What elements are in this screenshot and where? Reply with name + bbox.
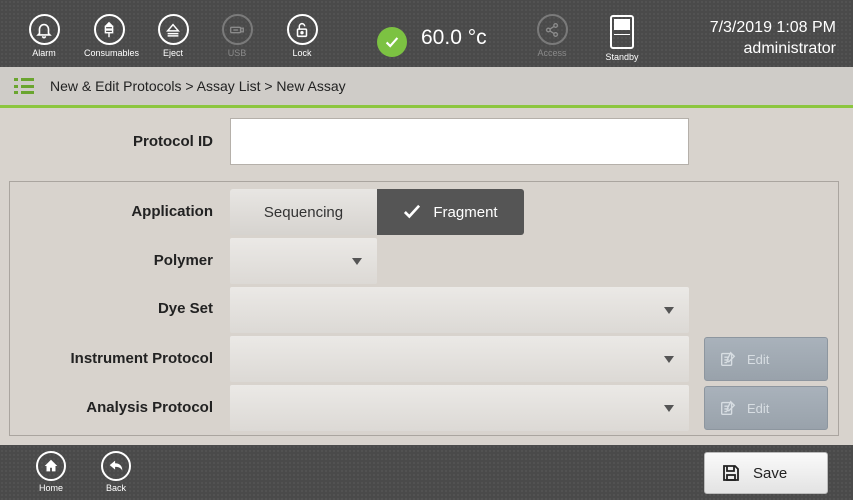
usb-label: USB — [227, 48, 247, 58]
chevron-down-icon — [664, 405, 674, 412]
standby-button[interactable]: Standby — [597, 15, 647, 62]
standby-label: Standby — [605, 52, 639, 62]
usb-icon — [221, 14, 253, 45]
protocol-id-input[interactable] — [230, 118, 689, 165]
chevron-down-icon — [664, 307, 674, 314]
chevron-down-icon — [352, 258, 362, 265]
breadcrumb: New & Edit Protocols > Assay List > New … — [0, 67, 853, 108]
datetime: 7/3/2019 1:08 PM — [709, 19, 836, 36]
dye-set-label: Dye Set — [157, 300, 213, 317]
lock-icon — [286, 14, 318, 45]
polymer-dropdown[interactable] — [230, 238, 377, 284]
breadcrumb-path: New & Edit Protocols > Assay List > New … — [50, 78, 346, 94]
consumables-label: Consumables — [84, 48, 140, 58]
application-sequencing-option[interactable]: Sequencing — [230, 189, 377, 235]
dye-set-dropdown[interactable] — [230, 287, 689, 333]
instrument-protocol-dropdown[interactable] — [230, 336, 689, 382]
username: administrator — [743, 40, 836, 57]
alarm-button[interactable]: Alarm — [19, 14, 69, 58]
home-label: Home — [38, 483, 63, 493]
back-label: Back — [105, 483, 126, 493]
temperature-readout: 60.0 °c — [421, 26, 487, 49]
share-icon — [536, 14, 568, 45]
analysis-protocol-label: Analysis Protocol — [86, 399, 213, 416]
instrument-protocol-edit-button[interactable]: Edit — [704, 337, 828, 381]
save-label: Save — [753, 464, 788, 482]
eject-icon — [157, 14, 189, 45]
edit-document-icon — [721, 351, 736, 366]
bottom-navigation-bar: Home Back Save — [0, 445, 853, 500]
lock-label: Lock — [292, 48, 312, 58]
list-menu-icon[interactable] — [14, 78, 34, 94]
standby-icon — [610, 15, 634, 49]
top-status-bar: Alarm Consumables Eject USB Lock 60.0 °c… — [0, 0, 853, 67]
eject-button[interactable]: Eject — [148, 14, 198, 58]
polymer-label: Polymer — [153, 252, 213, 269]
bell-icon — [28, 14, 60, 45]
eject-label: Eject — [162, 48, 183, 58]
edit-label: Edit — [747, 351, 770, 367]
home-button[interactable]: Home — [31, 451, 71, 493]
save-button[interactable]: Save — [704, 452, 828, 494]
consumables-button[interactable]: Consumables — [84, 14, 140, 58]
back-button[interactable]: Back — [96, 451, 136, 493]
floppy-disk-icon — [723, 465, 739, 481]
checkmark-icon — [404, 204, 421, 219]
application-label: Application — [131, 203, 213, 220]
lock-button[interactable]: Lock — [277, 14, 327, 58]
fragment-label: Fragment — [433, 203, 498, 221]
protocol-id-label: Protocol ID — [132, 133, 213, 150]
usb-button[interactable]: USB — [212, 14, 262, 58]
analysis-protocol-dropdown[interactable] — [230, 385, 689, 431]
consumables-icon — [93, 14, 125, 45]
datetime-user: 7/3/2019 1:08 PM administrator — [710, 17, 836, 59]
alarm-label: Alarm — [32, 48, 56, 58]
access-button[interactable]: Access — [527, 14, 577, 58]
instrument-protocol-label: Instrument Protocol — [70, 350, 213, 367]
edit-document-icon — [721, 400, 736, 415]
back-arrow-icon — [101, 451, 131, 481]
chevron-down-icon — [664, 356, 674, 363]
checkmark-icon — [377, 27, 407, 57]
home-icon — [36, 451, 66, 481]
edit-label: Edit — [747, 400, 770, 416]
sequencing-label: Sequencing — [263, 203, 344, 221]
access-label: Access — [537, 48, 567, 58]
analysis-protocol-edit-button[interactable]: Edit — [704, 386, 828, 430]
application-toggle: Sequencing Fragment — [230, 189, 524, 235]
application-fragment-option[interactable]: Fragment — [377, 189, 524, 235]
